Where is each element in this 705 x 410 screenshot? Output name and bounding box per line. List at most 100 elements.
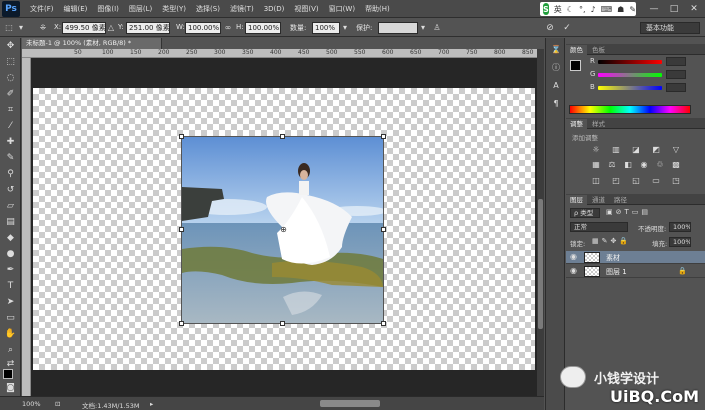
- blend-mode-select[interactable]: 正常: [570, 222, 628, 232]
- dodge-tool-icon[interactable]: ●: [4, 248, 17, 261]
- lasso-tool-icon[interactable]: ◌: [4, 72, 17, 85]
- g-value[interactable]: [666, 70, 686, 79]
- status-icon[interactable]: ⊡: [55, 400, 60, 408]
- commit-icon[interactable]: ✓: [562, 23, 572, 33]
- bride-photo-layer[interactable]: [182, 137, 383, 323]
- menu-image[interactable]: 图像(I): [97, 4, 119, 14]
- foreground-color-swatch[interactable]: [3, 369, 13, 379]
- menu-file[interactable]: 文件(F): [30, 4, 54, 14]
- color-lookup-icon[interactable]: ▩: [671, 160, 681, 170]
- selective-color-icon[interactable]: ◳: [671, 176, 681, 186]
- ime-lang-label[interactable]: 英: [554, 4, 562, 15]
- height-field[interactable]: 100.00%: [245, 22, 281, 34]
- history-panel-icon[interactable]: ⌛: [550, 44, 562, 56]
- brightness-icon[interactable]: ☼: [591, 145, 601, 155]
- maximize-button[interactable]: □: [668, 3, 680, 15]
- character-panel-icon[interactable]: A: [550, 80, 562, 92]
- moon-icon[interactable]: ☾: [567, 5, 574, 14]
- tab-channels[interactable]: 通道: [588, 195, 609, 205]
- hue-sat-icon[interactable]: ▦: [591, 160, 601, 170]
- move-tool-icon[interactable]: ✥: [4, 40, 17, 53]
- menu-view[interactable]: 视图(V): [294, 4, 318, 14]
- threshold-icon[interactable]: ◱: [631, 176, 641, 186]
- quick-select-tool-icon[interactable]: ✐: [4, 88, 17, 101]
- crop-tool-icon[interactable]: ⌗: [4, 104, 17, 117]
- fill-field[interactable]: 100%: [669, 237, 691, 247]
- horizontal-ruler[interactable]: 50 100 150 200 250 300 350 400 450 500 5…: [22, 49, 537, 58]
- link-delta-icon[interactable]: △: [106, 23, 116, 33]
- layer-filter-icons[interactable]: ▣⊘T▭▤: [606, 208, 651, 216]
- vertical-ruler[interactable]: [22, 58, 31, 396]
- blur-tool-icon[interactable]: ◆: [4, 232, 17, 245]
- opacity-field[interactable]: 100%: [669, 222, 691, 232]
- b-slider[interactable]: [598, 86, 662, 90]
- menu-type[interactable]: 类型(Y): [162, 4, 186, 14]
- invert-icon[interactable]: ◫: [591, 176, 601, 186]
- foreground-swatch[interactable]: [570, 60, 581, 71]
- vibrance-icon[interactable]: ▽: [671, 145, 681, 155]
- tab-paths[interactable]: 路径: [610, 195, 631, 205]
- menu-window[interactable]: 窗口(W): [329, 4, 355, 14]
- link-icon[interactable]: ∞: [223, 23, 233, 33]
- vertical-scroll-thumb[interactable]: [538, 199, 543, 329]
- shape-tool-icon[interactable]: ▭: [4, 312, 17, 325]
- eraser-tool-icon[interactable]: ▱: [4, 200, 17, 213]
- history-brush-tool-icon[interactable]: ↺: [4, 184, 17, 197]
- tab-layers[interactable]: 图层: [566, 195, 587, 205]
- brush-tool-icon[interactable]: ✎: [4, 152, 17, 165]
- marquee-tool-icon[interactable]: ⬚: [4, 56, 17, 69]
- path-select-tool-icon[interactable]: ➤: [4, 296, 17, 309]
- width-field[interactable]: 100.00%: [185, 22, 221, 34]
- exposure-icon[interactable]: ◩: [651, 145, 661, 155]
- g-slider[interactable]: [598, 73, 662, 77]
- eyedropper-tool-icon[interactable]: ⁄: [4, 120, 17, 133]
- tab-styles[interactable]: 样式: [588, 119, 609, 129]
- layer-filter-select[interactable]: ρ 类型: [570, 208, 600, 218]
- type-tool-icon[interactable]: T: [4, 280, 17, 293]
- layer-name[interactable]: 图层 1: [606, 267, 627, 277]
- r-value[interactable]: [666, 57, 686, 66]
- gradient-map-icon[interactable]: ▭: [651, 176, 661, 186]
- menu-edit[interactable]: 编辑(E): [64, 4, 88, 14]
- pen-tool-icon[interactable]: ✒: [4, 264, 17, 277]
- punctuation-icon[interactable]: °,: [579, 5, 586, 14]
- keyboard-icon[interactable]: ⌨: [601, 5, 613, 14]
- eye-icon[interactable]: ◉: [570, 252, 577, 261]
- menu-help[interactable]: 帮助(H): [365, 4, 390, 14]
- stamp-tool-icon[interactable]: ⚲: [4, 168, 17, 181]
- tools-icon[interactable]: ✎: [629, 5, 636, 14]
- posterize-icon[interactable]: ◰: [611, 176, 621, 186]
- tab-adjustments[interactable]: 调整: [566, 119, 587, 129]
- protect-dropdown-icon[interactable]: ▾: [418, 23, 428, 33]
- black-white-icon[interactable]: ◧: [623, 160, 633, 170]
- horizontal-scroll-thumb[interactable]: [320, 400, 380, 407]
- ime-toolbar[interactable]: S 英 ☾ °, ♪ ⌨ ☗ ✎: [540, 2, 636, 16]
- color-balance-icon[interactable]: ⚖: [607, 160, 617, 170]
- x-position-field[interactable]: 499.50 像素: [62, 22, 106, 34]
- gradient-tool-icon[interactable]: ▤: [4, 216, 17, 229]
- status-zoom[interactable]: 100%: [22, 400, 41, 408]
- r-slider[interactable]: [598, 60, 662, 64]
- menu-filter[interactable]: 滤镜(T): [230, 4, 254, 14]
- protect-select[interactable]: [378, 22, 418, 34]
- y-position-field[interactable]: 251.00 像素: [126, 22, 170, 34]
- levels-icon[interactable]: ▥: [611, 145, 621, 155]
- dropdown-arrow-icon[interactable]: ▾: [16, 23, 26, 33]
- menu-layer[interactable]: 图层(L): [129, 4, 152, 14]
- eye-icon[interactable]: ◉: [570, 266, 577, 275]
- tab-color[interactable]: 颜色: [566, 45, 587, 55]
- lock-icons[interactable]: ▦✎✥🔒: [592, 237, 631, 245]
- paragraph-panel-icon[interactable]: ¶: [550, 98, 562, 110]
- layer-row-selected[interactable]: ◉ 素材: [566, 251, 705, 264]
- photo-filter-icon[interactable]: ◉: [639, 160, 649, 170]
- layer-name[interactable]: 素材: [606, 253, 620, 263]
- cancel-icon[interactable]: ⊘: [545, 23, 555, 33]
- reference-point-icon[interactable]: ⁜: [38, 23, 48, 33]
- color-spectrum[interactable]: [569, 105, 691, 114]
- channel-mixer-icon[interactable]: ♲: [655, 160, 665, 170]
- hand-tool-icon[interactable]: ✋: [4, 328, 17, 341]
- info-panel-icon[interactable]: ⓘ: [550, 62, 562, 74]
- amount-field[interactable]: 100%: [312, 22, 340, 34]
- vertical-scrollbar[interactable]: [537, 49, 544, 396]
- amount-dropdown-icon[interactable]: ▾: [340, 23, 350, 33]
